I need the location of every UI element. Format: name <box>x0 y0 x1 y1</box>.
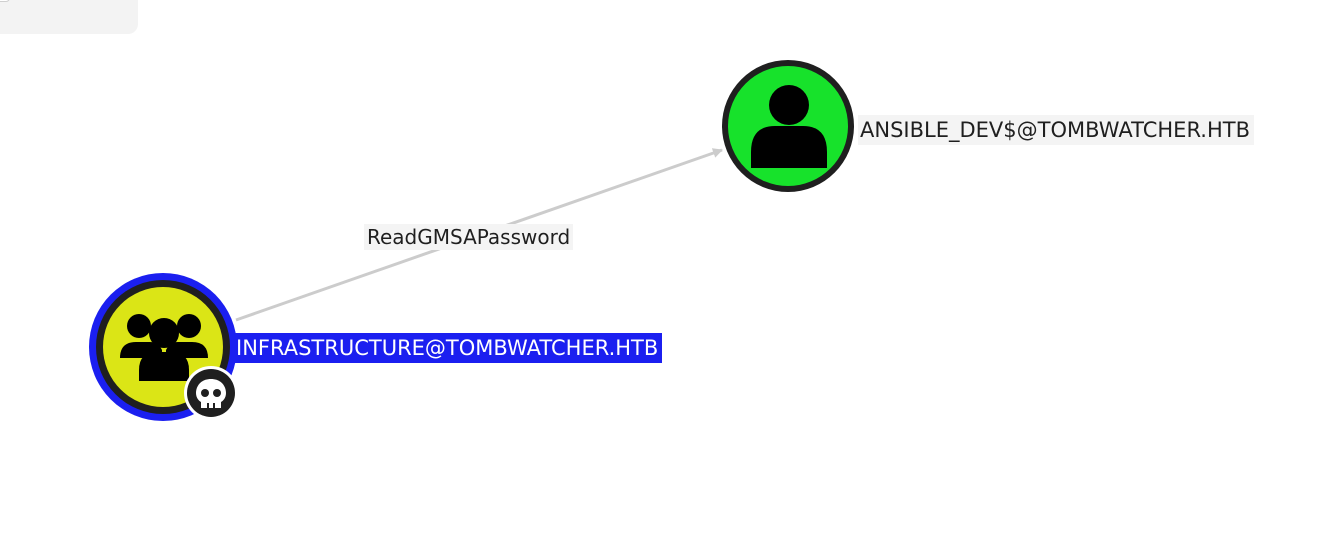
node-ansible-dev[interactable] <box>722 60 854 192</box>
node-infrastructure[interactable] <box>89 273 238 421</box>
node-label-ansible-dev[interactable]: ANSIBLE_DEV$@TOMBWATCHER.HTB <box>858 115 1254 145</box>
node-label-infrastructure[interactable]: INFRASTRUCTURE@TOMBWATCHER.HTB <box>234 333 663 363</box>
skull-icon <box>184 366 238 420</box>
graph-canvas[interactable]: ReadGMSAPassword ANSIBLE_DEV$@TOMBWATCHE… <box>0 0 1338 545</box>
edge-label[interactable]: ReadGMSAPassword <box>364 224 574 250</box>
graph-svg[interactable] <box>0 0 1338 545</box>
